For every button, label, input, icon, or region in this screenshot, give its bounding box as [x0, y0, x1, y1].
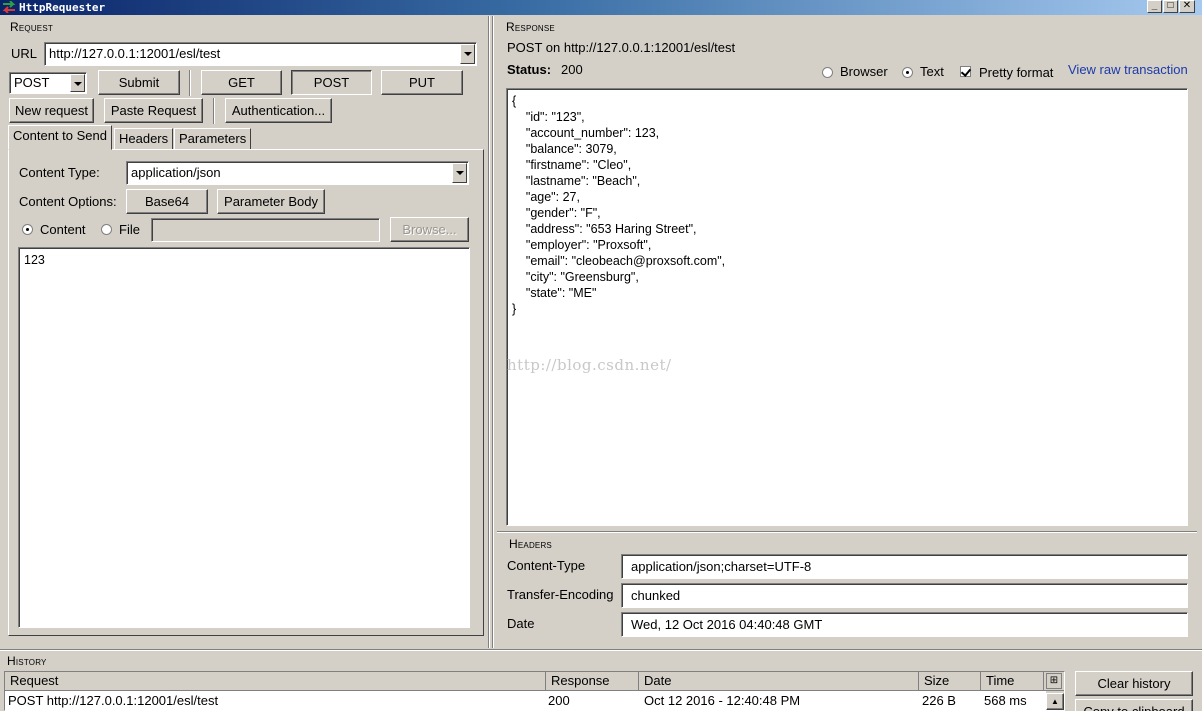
header-name-transfer-encoding: Transfer-Encoding [507, 587, 614, 602]
paste-request-button[interactable]: Paste Request [104, 98, 203, 123]
history-header-row: Request Response Date Size Time ⊞ [5, 672, 1064, 691]
response-json-line: "address": "653 Haring Street", [512, 222, 697, 236]
tab-parameters[interactable]: Parameters [174, 128, 252, 150]
history-row-date: Oct 12 2016 - 12:40:48 PM [644, 693, 801, 708]
history-col-date[interactable]: Date [639, 672, 919, 690]
response-summary: POST on http://127.0.0.1:12001/esl/test [507, 40, 736, 55]
window-title: HttpRequester [19, 1, 106, 14]
get-button[interactable]: GET [201, 70, 282, 95]
status-label: Status: [507, 62, 552, 77]
response-json-line: "email": "cleobeach@proxsoft.com", [512, 254, 726, 268]
response-json-line: "state": "ME" [512, 286, 597, 300]
history-scrollbar[interactable]: ▲ [1046, 691, 1064, 710]
toolbar-divider [213, 98, 215, 124]
history-col-response[interactable]: Response [546, 672, 639, 690]
authentication-button[interactable]: Authentication... [225, 98, 332, 123]
response-json-line: "firstname": "Cleo", [512, 158, 632, 172]
response-section-title: Response [506, 20, 555, 34]
history-row-response: 200 [548, 693, 570, 708]
minimize-button[interactable]: _ [1147, 0, 1162, 13]
header-value-date[interactable]: Wed, 12 Oct 2016 04:40:48 GMT [621, 612, 1188, 637]
history-col-request[interactable]: Request [5, 672, 546, 690]
request-body-editor[interactable]: 123 [18, 247, 470, 628]
method-select-value: POST [14, 75, 50, 90]
content-type-value: application/json [131, 165, 221, 180]
content-type-label: Content Type: [19, 165, 100, 180]
response-json-line: "gender": "F", [512, 206, 601, 220]
file-path-input[interactable] [151, 218, 380, 242]
table-row[interactable]: POST http://127.0.0.1:12001/esl/test 200… [5, 691, 1045, 709]
toolbar-divider [189, 70, 191, 96]
history-splitter[interactable] [0, 649, 1202, 651]
panel-splitter[interactable] [488, 16, 490, 648]
header-value-content-type[interactable]: application/json;charset=UTF-8 [621, 554, 1188, 579]
header-name-date: Date [507, 616, 535, 631]
response-json-line: { [512, 94, 517, 108]
put-button[interactable]: PUT [381, 70, 463, 95]
title-bar: HttpRequester [0, 0, 1202, 15]
response-json-line: "lastname": "Beach", [512, 174, 641, 188]
content-type-dropdown-button[interactable] [452, 163, 467, 183]
url-dropdown-button[interactable] [460, 44, 475, 64]
response-body[interactable]: { "id": "123", "account_number": 123, "b… [506, 88, 1188, 526]
file-radio[interactable] [101, 224, 112, 235]
browse-button[interactable]: Browse... [390, 217, 469, 242]
copy-to-clipboard-button[interactable]: Copy to clipboard [1075, 699, 1193, 711]
text-radio[interactable] [902, 67, 913, 78]
status-value: 200 [561, 62, 583, 77]
base64-button[interactable]: Base64 [126, 189, 208, 214]
content-options-label: Content Options: [19, 194, 117, 209]
response-json-line: "balance": 3079, [512, 142, 617, 156]
app-icon [2, 1, 16, 13]
pretty-format-label: Pretty format [979, 65, 1054, 80]
file-radio-label: File [119, 222, 140, 237]
history-col-time[interactable]: Time [981, 672, 1044, 690]
content-radio[interactable] [22, 224, 33, 235]
pretty-format-checkbox[interactable] [960, 66, 971, 77]
content-radio-label: Content [40, 222, 86, 237]
response-json-line: "age": 27, [512, 190, 580, 204]
method-dropdown-button[interactable] [70, 74, 85, 92]
headers-section-title: Headers [509, 537, 552, 551]
request-body-text: 123 [24, 253, 45, 267]
response-json-line: "city": "Greensburg", [512, 270, 639, 284]
history-row-request: POST http://127.0.0.1:12001/esl/test [8, 693, 219, 708]
history-row-size: 226 B [922, 693, 956, 708]
method-select[interactable]: POST [9, 72, 87, 94]
header-value-transfer-encoding[interactable]: chunked [621, 583, 1188, 608]
column-picker-icon[interactable]: ⊞ [1046, 673, 1062, 689]
url-input[interactable]: http://127.0.0.1:12001/esl/test [44, 42, 477, 66]
clear-history-button[interactable]: Clear history [1075, 671, 1193, 696]
parameter-body-button[interactable]: Parameter Body [217, 189, 325, 214]
content-type-select[interactable]: application/json [126, 161, 469, 185]
browser-radio[interactable] [822, 67, 833, 78]
response-json-line: "account_number": 123, [512, 126, 660, 140]
panel-splitter-edge [492, 16, 494, 648]
url-input-value: http://127.0.0.1:12001/esl/test [49, 46, 221, 61]
response-json-line: "id": "123", [512, 110, 585, 124]
view-raw-transaction-link[interactable]: View raw transaction [1068, 62, 1188, 77]
scroll-up-icon[interactable]: ▲ [1046, 693, 1064, 710]
response-splitter[interactable] [497, 531, 1197, 533]
close-button[interactable]: ✕ [1179, 0, 1195, 13]
watermark-text: http://blog.csdn.net/ [507, 356, 672, 374]
response-json-line: } [512, 302, 517, 316]
history-table: Request Response Date Size Time ⊞ POST h… [4, 671, 1065, 711]
url-label: URL [11, 46, 38, 61]
header-name-content-type: Content-Type [507, 558, 586, 573]
history-col-size[interactable]: Size [919, 672, 981, 690]
new-request-button[interactable]: New request [9, 98, 94, 123]
tab-headers[interactable]: Headers [114, 128, 174, 150]
browser-radio-label: Browser [840, 64, 888, 79]
history-section-title: History [7, 654, 47, 668]
response-json-line: "employer": "Proxsoft", [512, 238, 652, 252]
text-radio-label: Text [920, 64, 944, 79]
maximize-button[interactable]: □ [1163, 0, 1178, 13]
submit-button[interactable]: Submit [98, 70, 180, 95]
history-row-time: 568 ms [984, 693, 1027, 708]
request-section-title: Request [10, 20, 53, 34]
tab-content-to-send[interactable]: Content to Send [8, 125, 112, 150]
post-button[interactable]: POST [291, 70, 372, 95]
